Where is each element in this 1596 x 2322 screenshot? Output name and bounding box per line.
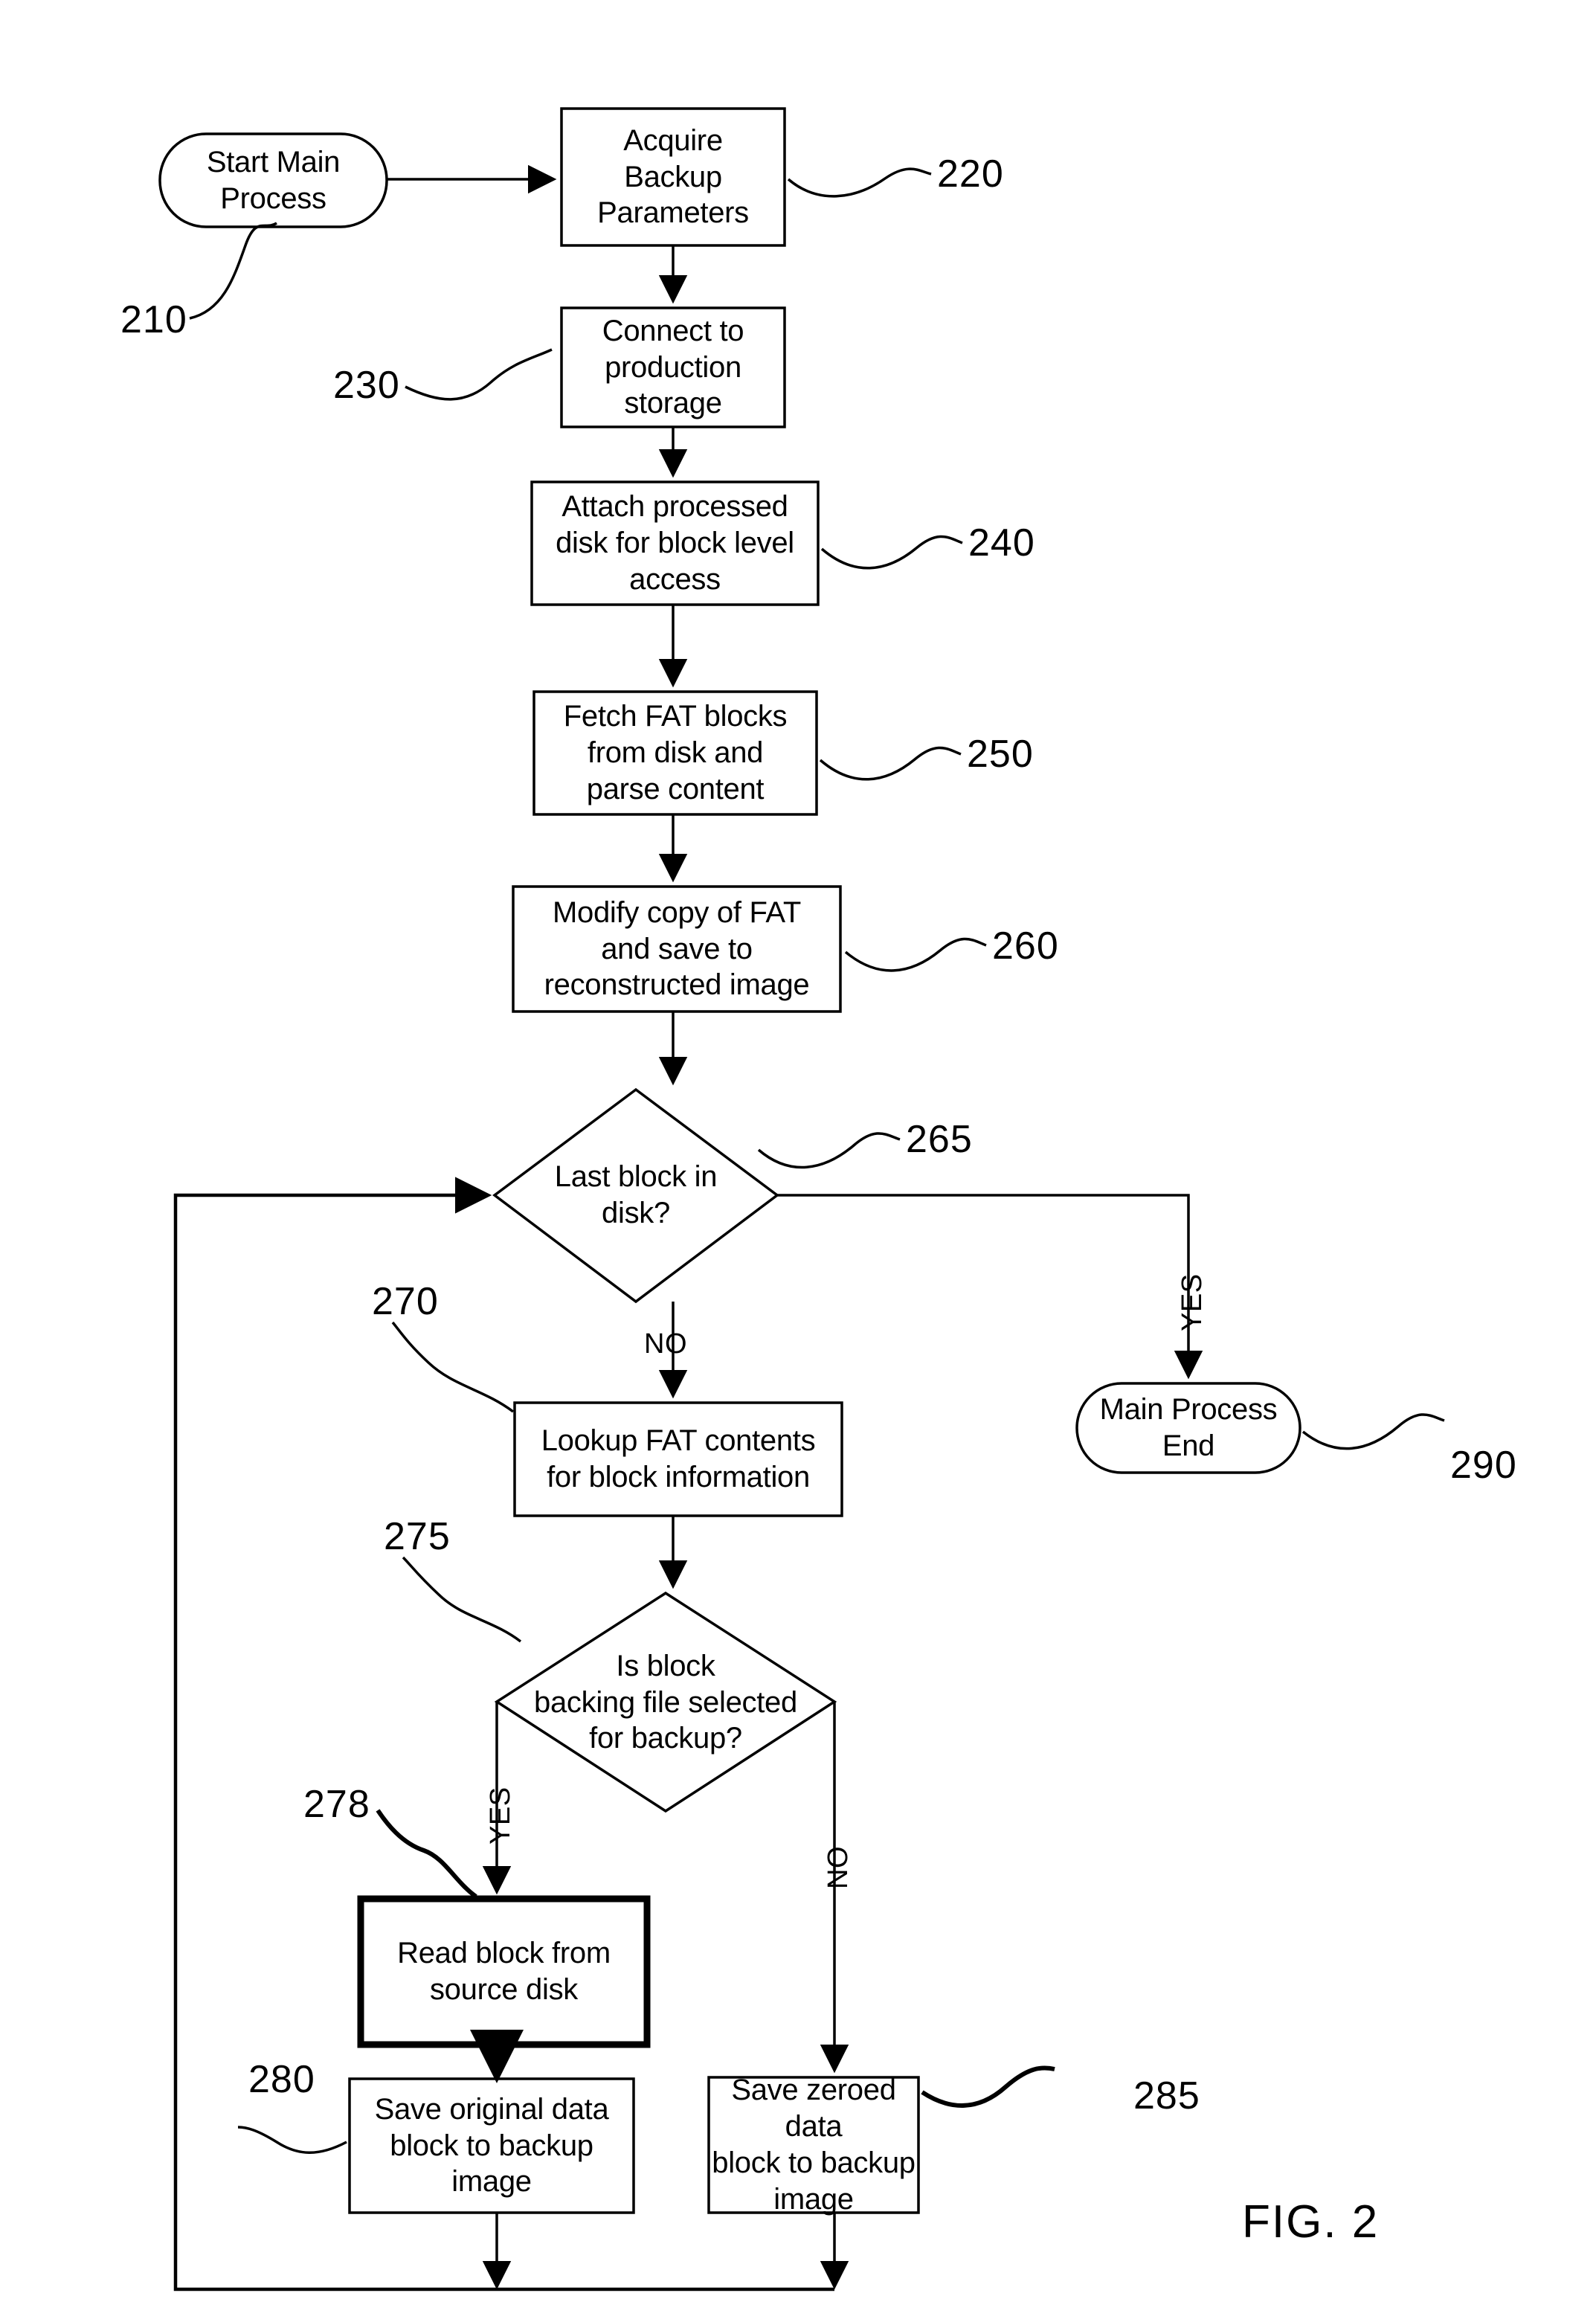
ref-numeral-265: 265 <box>906 1118 973 1161</box>
edge-label-is-backing-no: NO <box>823 1846 854 1889</box>
leader-290 <box>1301 1413 1445 1450</box>
node-attach-shape <box>530 480 820 606</box>
leader-250 <box>819 746 962 781</box>
node-connect-shape <box>560 306 786 428</box>
edge-label-last-block-no: NO <box>644 1328 687 1360</box>
leader-230 <box>405 348 553 401</box>
ref-numeral-210: 210 <box>120 298 187 341</box>
leader-280 <box>237 2126 347 2154</box>
node-main-end-shape <box>1075 1382 1301 1474</box>
ref-numeral-230: 230 <box>333 364 400 407</box>
leader-275 <box>402 1556 522 1643</box>
node-read-block-shape <box>357 1895 651 2048</box>
node-save-original-shape <box>348 2077 635 2214</box>
node-modify-shape <box>512 885 842 1013</box>
ref-numeral-290: 290 <box>1450 1444 1517 1487</box>
node-acquire-shape <box>560 107 786 247</box>
flowchart-graphics <box>158 107 1445 2292</box>
figure-canvas: Start Main Process Acquire Backup Parame… <box>0 0 1596 2322</box>
ref-numeral-275: 275 <box>384 1515 451 1558</box>
edge-label-is-backing-yes: YES <box>485 1786 516 1845</box>
ref-numeral-220: 220 <box>937 152 1004 196</box>
ref-numeral-278: 278 <box>303 1783 370 1826</box>
node-save-zeroed-shape <box>707 2076 920 2214</box>
leader-220 <box>787 167 932 198</box>
leader-285 <box>921 2065 1055 2108</box>
edge-last-block-yes <box>777 1194 1203 1380</box>
node-lookup-shape <box>513 1401 843 1517</box>
ref-numeral-240: 240 <box>968 521 1035 565</box>
ref-numeral-285: 285 <box>1133 2074 1200 2117</box>
leader-240 <box>820 535 963 570</box>
ref-numeral-250: 250 <box>967 733 1034 776</box>
ref-numeral-260: 260 <box>992 924 1059 968</box>
leader-210 <box>189 222 277 320</box>
figure-caption: FIG. 2 <box>1242 2196 1380 2248</box>
leader-260 <box>844 937 987 972</box>
leader-278 <box>376 1809 477 1899</box>
ref-numeral-270: 270 <box>372 1280 439 1323</box>
node-fetch-shape <box>532 690 818 816</box>
node-start-shape <box>158 132 388 228</box>
node-is-backing-shape <box>494 1591 837 1813</box>
ref-numeral-280: 280 <box>248 2058 315 2101</box>
node-last-block-shape <box>492 1087 779 1304</box>
edge-label-last-block-yes: YES <box>1177 1273 1208 1331</box>
leader-265 <box>757 1132 901 1169</box>
leader-270 <box>391 1321 515 1413</box>
